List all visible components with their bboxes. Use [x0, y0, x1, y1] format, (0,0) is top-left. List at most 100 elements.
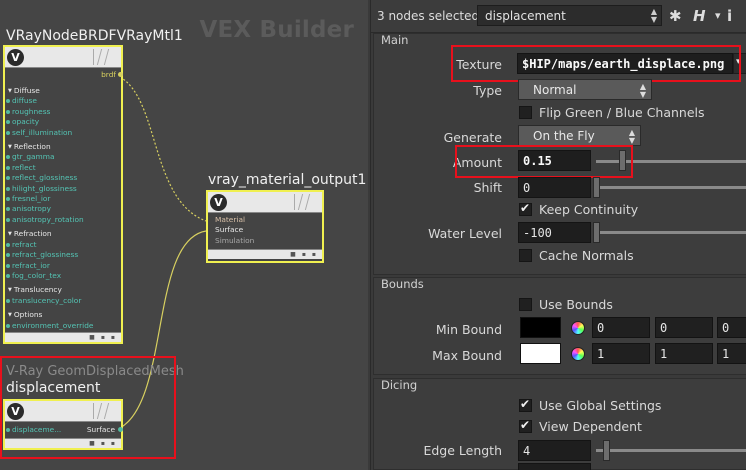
max-bound-label: Max Bound — [432, 348, 502, 363]
simulation-input[interactable]: Simulation — [208, 236, 322, 246]
view-dependent-checkbox[interactable] — [519, 418, 532, 433]
generate-menu[interactable]: On the Fly ▲ ▼ — [518, 125, 641, 146]
brdf-output-port[interactable] — [118, 72, 123, 77]
output-node-footer: ■ ▪ ▪ — [208, 249, 322, 259]
type-value: Normal — [533, 83, 577, 97]
vray-logo-icon: V — [7, 48, 24, 66]
input-opacity[interactable]: opacity — [5, 117, 121, 127]
updown-icon: ▲ ▼ — [650, 7, 657, 24]
shift-label-text: Shift — [473, 180, 502, 195]
edge-length-field[interactable]: 4 — [518, 440, 591, 461]
input-refract-glossiness[interactable]: refract_glossiness — [5, 250, 121, 260]
section-header-options[interactable]: Options — [5, 310, 121, 320]
min-bound-z[interactable]: 0 — [717, 317, 746, 338]
min-bound-label: Min Bound — [435, 322, 502, 337]
use-global-settings-label: Use Global Settings — [539, 398, 662, 413]
water-slider-handle[interactable] — [593, 222, 600, 243]
type-label: Type — [473, 83, 502, 98]
selected-node-value: displacement — [485, 9, 566, 23]
section-header-translucency[interactable]: Translucency — [5, 285, 121, 295]
updown-icon: ▲ ▼ — [639, 82, 646, 99]
keep-continuity-checkbox[interactable] — [519, 201, 532, 216]
input-translucency-color[interactable]: translucency_color — [5, 296, 121, 306]
updown-icon: ▲ ▼ — [628, 128, 635, 145]
input-diffuse[interactable]: diffuse — [5, 96, 121, 106]
input-refract-ior[interactable]: refract_ior — [5, 261, 121, 271]
input-fog-color-tex[interactable]: fog_color_tex — [5, 271, 121, 281]
pane-toolbar: 3 nodes selected: displacement ▲ ▼ ✱ H ▾ … — [371, 0, 746, 33]
max-bound-swatch[interactable] — [520, 343, 561, 364]
node-flags-icon — [93, 49, 117, 65]
help-icon[interactable]: H — [693, 7, 706, 25]
node-flags-icon — [294, 194, 318, 210]
cache-normals-checkbox[interactable] — [519, 249, 532, 262]
edge-slider-handle[interactable] — [603, 440, 610, 461]
generate-value: On the Fly — [533, 129, 595, 143]
keep-continuity-label: Keep Continuity — [539, 202, 639, 217]
view-dependent-label: View Dependent — [539, 419, 642, 434]
displacement-highlight-box — [0, 356, 176, 459]
mtl-node-header[interactable]: V — [5, 47, 121, 68]
node-select-combo[interactable]: displacement ▲ ▼ — [477, 5, 662, 26]
cache-normals-label: Cache Normals — [539, 248, 634, 263]
mtl-node-footer: ■ ▪ ▪ — [5, 332, 121, 342]
shift-slider-track[interactable] — [596, 186, 746, 189]
vray-logo-icon: V — [210, 193, 227, 211]
material-output-node[interactable]: V Material Surface Simulation ■ ▪ ▪ — [206, 190, 324, 263]
use-global-settings-checkbox[interactable] — [519, 397, 532, 412]
input-reflect[interactable]: reflect — [5, 163, 121, 173]
use-bounds-label: Use Bounds — [539, 297, 613, 312]
wire-brdf-to-material — [119, 76, 207, 222]
input-refract[interactable]: refract — [5, 240, 121, 250]
max-bound-z[interactable]: 1 — [717, 343, 746, 364]
selection-text: 3 nodes selected: — [377, 9, 484, 23]
use-bounds-checkbox[interactable] — [519, 298, 532, 311]
water-level-field[interactable]: -100 — [518, 222, 591, 243]
brdf-output-label: brdf — [101, 70, 116, 79]
main-group-title: Main — [381, 33, 409, 47]
section-header-reflection[interactable]: Reflection — [5, 142, 121, 152]
generate-label: Generate — [443, 130, 502, 145]
flip-channels-checkbox[interactable] — [519, 106, 532, 119]
mtl-node-body: brdf Diffusediffuseroughnessopacityself_… — [5, 68, 123, 332]
shift-slider-handle[interactable] — [593, 177, 600, 198]
input-gtr-gamma[interactable]: gtr_gamma — [5, 152, 121, 162]
parameter-pane: 3 nodes selected: displacement ▲ ▼ ✱ H ▾ … — [370, 0, 746, 470]
water-slider-track[interactable] — [596, 231, 746, 234]
color-wheel-icon[interactable] — [571, 347, 585, 361]
bounds-group-title: Bounds — [381, 277, 424, 291]
surface-input[interactable]: Surface — [208, 225, 322, 235]
shift-field[interactable]: 0 — [518, 177, 591, 198]
texture-highlight-box — [451, 45, 741, 82]
input-environment-override[interactable]: environment_override — [5, 321, 121, 331]
output-node-header[interactable]: V — [208, 192, 322, 213]
min-bound-x[interactable]: 0 — [592, 317, 650, 338]
edge-slider-track[interactable] — [596, 449, 746, 452]
section-header-refraction[interactable]: Refraction — [5, 229, 121, 239]
water-level-label: Water Level — [428, 226, 502, 241]
gear-icon[interactable]: ✱ — [669, 7, 682, 25]
min-bound-y[interactable]: 0 — [655, 317, 713, 338]
material-input[interactable]: Material — [208, 215, 322, 225]
max-bound-y[interactable]: 1 — [655, 343, 713, 364]
network-editor[interactable]: VEX Builder VRayNodeBRDFVRayMtl1 V brdf … — [0, 0, 368, 470]
next-field[interactable] — [518, 463, 591, 470]
type-menu[interactable]: Normal ▲ ▼ — [518, 79, 652, 100]
color-wheel-icon[interactable] — [571, 321, 585, 335]
input-roughness[interactable]: roughness — [5, 107, 121, 117]
output-node-body: Material Surface Simulation — [208, 213, 322, 249]
min-bound-swatch[interactable] — [520, 317, 561, 338]
info-icon[interactable]: i — [727, 7, 732, 25]
input-anisotropy-rotation[interactable]: anisotropy_rotation — [5, 215, 121, 225]
edge-length-label: Edge Length — [423, 443, 502, 458]
dicing-group-title: Dicing — [381, 378, 418, 392]
input-fresnel-ior[interactable]: fresnel_ior — [5, 194, 121, 204]
section-header-diffuse[interactable]: Diffuse — [5, 86, 121, 96]
amount-highlight-box — [455, 145, 633, 178]
chevron-down-icon[interactable]: ▾ — [715, 9, 721, 22]
input-anisotropy[interactable]: anisotropy — [5, 204, 121, 214]
mtl-input-list: Diffusediffuseroughnessopacityself_illum… — [5, 68, 121, 331]
input-self-illumination[interactable]: self_illumination — [5, 128, 121, 138]
mtl-node-label: VRayNodeBRDFVRayMtl1 — [6, 28, 183, 44]
max-bound-x[interactable]: 1 — [592, 343, 650, 364]
